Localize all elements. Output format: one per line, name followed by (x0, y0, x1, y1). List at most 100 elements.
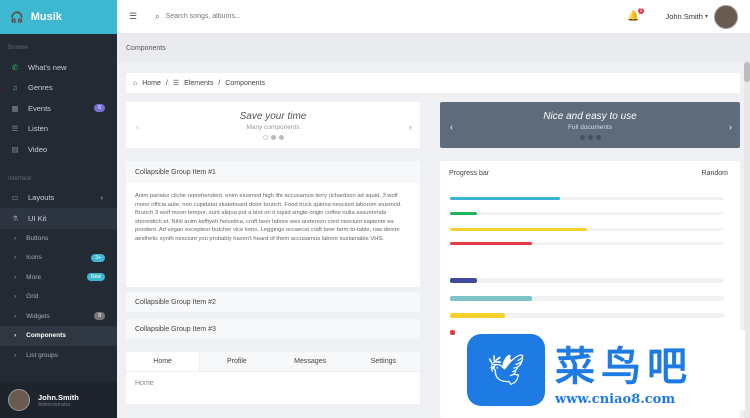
badge: New (86, 273, 105, 282)
chevron-icon: › (14, 351, 17, 359)
sub-label: Components (26, 332, 66, 340)
tab-content: Home (135, 380, 154, 387)
progress-bar (450, 197, 724, 200)
list-icon: ☰ (11, 124, 19, 134)
chevron-right-icon: › (100, 193, 104, 203)
nav-ui-kit[interactable]: ⚗ UI Kit (0, 208, 117, 229)
nav-listen[interactable]: ☰ Listen (0, 119, 117, 140)
bird-logo-icon: 🕊 (467, 334, 545, 406)
brand-name: Musik (30, 11, 62, 23)
chevron-right-icon[interactable]: › (409, 122, 412, 132)
watermark-text: 菜鸟吧 (555, 342, 693, 390)
headphones-icon: 🎧 (10, 11, 24, 24)
progress-fill (450, 296, 533, 301)
tab-settings[interactable]: Settings (346, 352, 420, 371)
nav-video[interactable]: ▤ Video (0, 139, 117, 160)
sub-label: Widgets (26, 312, 50, 320)
nav-label: Layouts (28, 193, 55, 203)
sub-components[interactable]: › Components (0, 326, 117, 346)
calendar-icon: ▦ (11, 103, 19, 113)
breadcrumb-current: Components (225, 79, 265, 87)
sub-grid[interactable]: › Grid (0, 287, 117, 307)
carousel-title: Nice and easy to use (543, 110, 637, 122)
nav-label: Listen (28, 124, 49, 134)
tab-messages[interactable]: Messages (273, 352, 347, 371)
progress-bar (450, 278, 724, 283)
nav-label: UI Kit (28, 213, 47, 223)
bell-icon[interactable]: 🔔 2 (627, 8, 645, 22)
sub-more[interactable]: › More New (0, 268, 117, 288)
user-role: Administrator (38, 401, 71, 408)
caret-down-icon: ▾ (704, 14, 708, 20)
home-icon: ⌂ (133, 79, 138, 87)
flask-icon: ⚗ (11, 213, 19, 223)
sub-label: More (26, 273, 41, 281)
collapse-body: Anim pariatur cliche reprehenderit, enim… (135, 193, 402, 242)
section-label: Interface (8, 175, 32, 182)
search-icon: ⌕ (155, 11, 160, 21)
video-icon: ▤ (11, 144, 19, 154)
music-icon: ♫ (12, 83, 18, 93)
chevron-left-icon[interactable]: ‹ (136, 122, 139, 132)
tab-profile[interactable]: Profile (200, 352, 274, 371)
chevron-icon: › (14, 332, 17, 340)
tabs-card: Home Profile Messages Settings Home (126, 352, 420, 404)
avatar[interactable] (714, 4, 738, 29)
carousel-indicators[interactable] (579, 134, 601, 140)
carousel-2: ‹ Nice and easy to use Full documents › (440, 102, 740, 148)
tab-home[interactable]: Home (126, 352, 201, 371)
collapse-header-2[interactable]: Collapsible Group Item #2 (126, 292, 420, 312)
sub-label: Grid (26, 293, 39, 301)
sub-label: List groups (26, 351, 58, 359)
nav-layouts[interactable]: ▭ Layouts › (0, 188, 117, 209)
sub-label: Buttons (26, 234, 49, 242)
carousel-1: ‹ Save your time Many components › (126, 102, 420, 148)
progress-fill (450, 197, 560, 200)
nav-whats-new[interactable]: ✆ What's new (0, 57, 117, 78)
breadcrumb-home[interactable]: Home (142, 80, 161, 87)
search-input[interactable] (165, 13, 366, 20)
chevron-right-icon[interactable]: › (729, 122, 732, 132)
topbar: ☰ ⌕ 🔔2 John.Smith▾ (117, 0, 750, 34)
sub-label: Icons (26, 254, 42, 262)
breadcrumb-elements[interactable]: Elements (184, 80, 213, 87)
nav-label: Video (28, 144, 48, 154)
progress-fill (450, 278, 478, 283)
nav-label: Genres (28, 83, 53, 93)
sub-list-groups[interactable]: › List groups (0, 346, 117, 366)
chevron-icon: › (14, 254, 17, 262)
chevron-icon: › (14, 293, 17, 301)
sub-widgets[interactable]: › Widgets 8 (0, 307, 117, 327)
sidebar: 🎧 Musik Browse ✆ What's new ♫ Genres ▦ Event… (0, 0, 117, 418)
avatar (8, 389, 30, 411)
random-button[interactable]: Random (702, 170, 728, 177)
collapse-header-1[interactable]: Collapsible Group Item #1 (126, 161, 420, 183)
collapse-header-3[interactable]: Collapsible Group Item #3 (126, 319, 420, 339)
chevron-left-icon[interactable]: ‹ (450, 122, 453, 132)
breadcrumb: ⌂ Home / ☰ Elements / Components (126, 73, 740, 93)
menu-icon[interactable]: ☰ (129, 11, 137, 22)
nav-label: What's new (28, 62, 67, 72)
carousel-subtitle: Full documents (567, 123, 613, 131)
notification-badge: 2 (637, 8, 645, 14)
carousel-subtitle: Many components (246, 123, 300, 131)
list-icon: ☰ (172, 80, 180, 87)
user-menu[interactable]: John.Smith (665, 12, 703, 21)
monitor-icon: ▭ (11, 193, 19, 203)
badge: 3+ (91, 253, 105, 262)
carousel-indicators[interactable] (262, 134, 284, 140)
brand[interactable]: 🎧 Musik (0, 0, 117, 34)
nav-genres[interactable]: ♫ Genres (0, 78, 117, 99)
sub-icons[interactable]: › Icons 3+ (0, 248, 117, 268)
page-title: Components (126, 44, 166, 52)
progress-bar (450, 296, 724, 301)
chevron-icon: › (14, 273, 17, 281)
progress-title: Progress bar (449, 169, 490, 177)
progress-bar (450, 228, 724, 231)
nav-events[interactable]: ▦ Events 6 (0, 98, 117, 119)
progress-fill (450, 228, 587, 231)
phone-icon: ✆ (11, 62, 19, 72)
user-profile[interactable]: John.Smith Administrator (0, 382, 117, 418)
carousel-title: Save your time (239, 110, 307, 122)
sub-buttons[interactable]: › Buttons (0, 229, 117, 249)
